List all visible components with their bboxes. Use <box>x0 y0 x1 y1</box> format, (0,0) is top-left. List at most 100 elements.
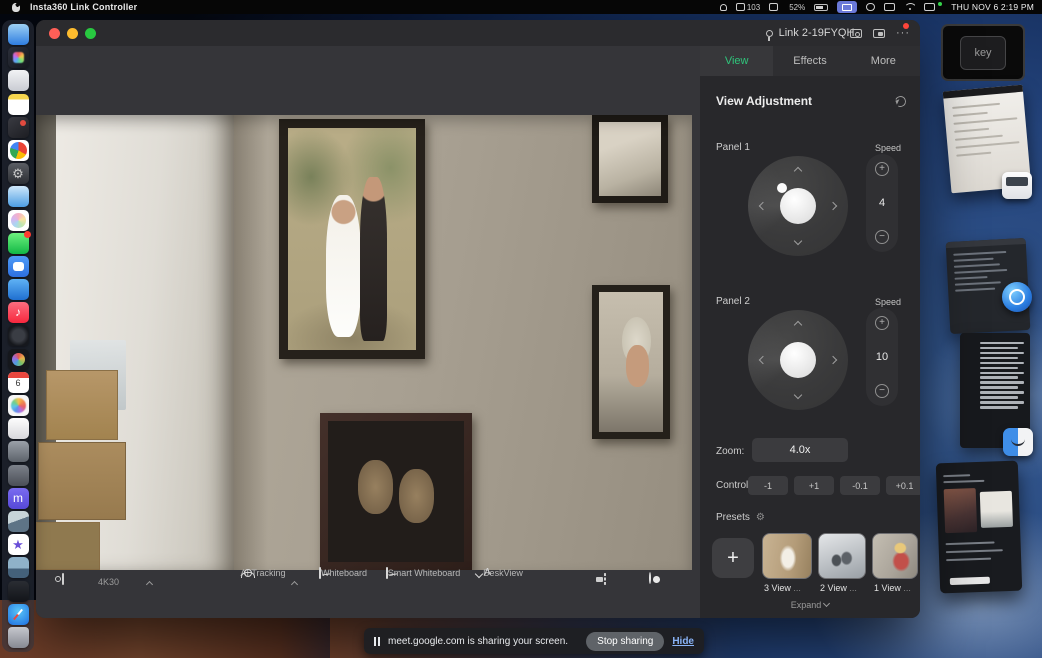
close-button[interactable] <box>49 28 60 39</box>
dock-item-gallery-app[interactable] <box>8 557 29 578</box>
dock-item-trash[interactable] <box>8 627 29 648</box>
dock-item-calendar[interactable]: 6 <box>8 372 29 393</box>
menubar-clock[interactable]: THU NOV 6 2:19 PM <box>951 2 1034 12</box>
notification-dot <box>903 23 909 29</box>
dock-item-utility-app[interactable] <box>8 465 29 486</box>
capture-icon <box>604 573 606 585</box>
minimize-button[interactable] <box>67 28 78 39</box>
device-camera-icon[interactable] <box>850 29 862 38</box>
joystick-knob[interactable] <box>780 342 816 378</box>
hide-banner-link[interactable]: Hide <box>672 636 694 647</box>
dock-item-record-app[interactable] <box>8 325 29 346</box>
dock-item-notes[interactable] <box>8 94 29 115</box>
joystick-up-icon[interactable] <box>794 321 802 329</box>
whiteboard-button[interactable]: Whiteboard <box>313 568 373 578</box>
joystick-right-icon[interactable] <box>829 356 837 364</box>
speed-increase-button[interactable]: + <box>875 316 889 330</box>
preset-thumbnail-3[interactable] <box>762 533 812 579</box>
ai-tracking-button[interactable]: AI Tracking <box>234 568 292 578</box>
dock-item-facetime[interactable] <box>8 117 29 138</box>
video-source-icon <box>62 573 64 585</box>
joystick-knob[interactable] <box>780 188 816 224</box>
record-button[interactable] <box>649 573 651 583</box>
dock-item-terminal[interactable] <box>8 581 29 602</box>
fullscreen-button[interactable] <box>85 28 96 39</box>
apple-menu-icon[interactable] <box>12 3 20 12</box>
tab-more[interactable]: More <box>847 46 920 76</box>
dock-item-color-wheel-app[interactable] <box>8 349 29 370</box>
dock-item-game-controller[interactable] <box>8 441 29 462</box>
tab-view[interactable]: View <box>700 46 773 76</box>
capture-button[interactable] <box>604 574 606 584</box>
tab-effects[interactable]: Effects <box>773 46 846 76</box>
joystick-left-icon[interactable] <box>759 202 767 210</box>
resolution-selector[interactable]: 4K30 <box>98 577 119 587</box>
joystick-down-icon[interactable] <box>794 391 802 399</box>
dock-item-messages[interactable] <box>8 233 29 254</box>
ai-tracking-caret-icon[interactable] <box>292 579 297 589</box>
dock-item-cloud-app[interactable] <box>8 70 29 91</box>
screen-share-icon[interactable] <box>924 3 935 11</box>
dock-item-chrome[interactable] <box>8 140 29 161</box>
dock-item-photos-pinwheel[interactable] <box>8 210 29 231</box>
window-titlebar[interactable]: Link 2-19FYQH ··· <box>36 20 920 46</box>
dock-item-finder[interactable] <box>8 24 29 45</box>
joystick-up-icon[interactable] <box>794 167 802 175</box>
zoom-plus-1-button[interactable]: +1 <box>794 476 834 495</box>
smart-whiteboard-button[interactable]: Smart Whiteboard <box>378 568 468 578</box>
video-source-button[interactable] <box>62 574 64 584</box>
dock-item-photos[interactable] <box>8 395 29 416</box>
dock-item-mimestream[interactable] <box>8 488 29 509</box>
panel2-joystick[interactable] <box>748 310 848 410</box>
preset-thumbnail-2[interactable] <box>818 533 866 579</box>
keycap: key <box>960 36 1006 70</box>
speed-increase-button[interactable]: + <box>875 162 889 176</box>
clipboard-icon[interactable] <box>769 3 778 11</box>
dock-item-safari[interactable] <box>8 604 29 625</box>
presets-expand-button[interactable]: Expand <box>700 600 920 610</box>
dock-item-textedit[interactable] <box>8 418 29 439</box>
device-pin-icon <box>766 30 773 37</box>
joystick-left-icon[interactable] <box>759 356 767 364</box>
panel2-label: Panel 2 <box>716 296 750 307</box>
stage-window-news[interactable] <box>936 461 1022 594</box>
dock-item-music[interactable] <box>8 302 29 323</box>
deskview-button[interactable]: DeskView <box>473 568 533 579</box>
zoom-minus-1-button[interactable]: -1 <box>748 476 788 495</box>
wifi-icon[interactable] <box>904 3 915 11</box>
quicktime-app-icon[interactable] <box>1002 282 1032 312</box>
joystick-right-icon[interactable] <box>829 202 837 210</box>
zoom-value[interactable]: 4.0x <box>752 438 848 462</box>
dock-item-star-app[interactable] <box>8 534 29 555</box>
active-menubar-app-icon[interactable] <box>837 1 857 13</box>
speed-decrease-button[interactable]: − <box>875 384 889 398</box>
keyboard-icon[interactable] <box>884 3 895 11</box>
menubar-app-name[interactable]: Insta360 Link Controller <box>30 2 137 12</box>
key-icon[interactable] <box>720 4 727 11</box>
dock-item-preview[interactable] <box>8 186 29 207</box>
panel1-joystick[interactable] <box>748 156 848 256</box>
stage-window-keyboard-key[interactable]: key <box>941 24 1025 81</box>
add-preset-button[interactable]: + <box>712 538 754 578</box>
zoom-minus-01-button[interactable]: -0.1 <box>840 476 880 495</box>
preset-thumbnail-1[interactable] <box>872 533 918 579</box>
dock-item-zoom[interactable] <box>8 256 29 277</box>
speed-decrease-button[interactable]: − <box>875 230 889 244</box>
resolution-caret-icon[interactable] <box>147 579 152 589</box>
finder-app-icon[interactable] <box>1003 428 1033 456</box>
stop-sharing-button[interactable]: Stop sharing <box>586 632 664 651</box>
dock-item-media-app[interactable] <box>8 511 29 532</box>
zoom-plus-01-button[interactable]: +0.1 <box>886 476 920 495</box>
presets-settings-icon[interactable]: ⚙ <box>756 512 765 523</box>
reset-icon[interactable] <box>893 94 907 108</box>
controller-icon[interactable] <box>866 3 875 11</box>
pip-overlay-icon[interactable] <box>873 29 885 38</box>
joystick-down-icon[interactable] <box>794 237 802 245</box>
scanner-app-icon[interactable] <box>1002 172 1032 199</box>
dock-item-system-settings[interactable] <box>8 163 29 184</box>
more-options-icon[interactable]: ··· <box>896 28 910 38</box>
camera-counter-icon[interactable]: 103 <box>736 3 760 12</box>
battery-icon[interactable] <box>814 4 828 11</box>
dock-item-keynote[interactable] <box>8 279 29 300</box>
dock-item-launchpad[interactable] <box>8 47 29 68</box>
